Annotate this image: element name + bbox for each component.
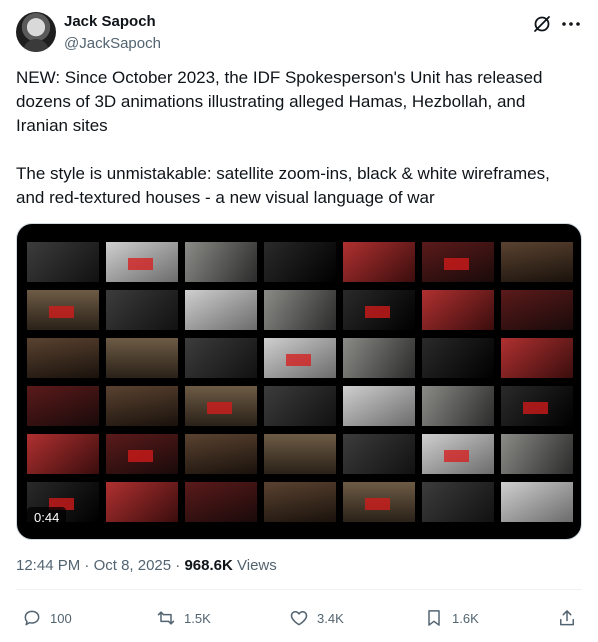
share-icon (560, 610, 574, 626)
video-thumbnail (501, 290, 573, 330)
share-button[interactable] (557, 604, 585, 632)
video-player[interactable]: 0:44 (16, 223, 582, 540)
video-thumbnail (343, 242, 415, 282)
author-avatar[interactable] (16, 12, 56, 52)
video-thumbnail (264, 386, 336, 426)
video-thumbnail (264, 434, 336, 474)
video-thumbnail (501, 434, 573, 474)
video-thumbnail (343, 338, 415, 378)
video-thumbnail (106, 434, 178, 474)
video-thumbnail (422, 242, 494, 282)
video-thumbnail (264, 338, 336, 378)
video-thumbnail (422, 338, 494, 378)
video-thumbnail (343, 482, 415, 522)
video-thumbnail (501, 242, 573, 282)
tweet-meta: 12:44 PM · Oct 8, 2025 · 968.6K Views (16, 556, 277, 576)
video-thumbnail (422, 290, 494, 330)
bookmark-icon (428, 610, 440, 626)
tweet-paragraph-2: The style is unmistakable: satellite zoo… (16, 164, 550, 207)
tweet-paragraph-1: NEW: Since October 2023, the IDF Spokesp… (16, 68, 543, 135)
reply-icon (24, 610, 40, 626)
tweet-text: NEW: Since October 2023, the IDF Spokesp… (16, 66, 582, 234)
repost-count: 1.5K (184, 610, 211, 626)
video-thumbnail (27, 386, 99, 426)
bookmark-button[interactable]: 1.6K (424, 604, 479, 632)
video-thumbnail (185, 434, 257, 474)
video-thumbnail (185, 338, 257, 378)
video-thumbnail (106, 242, 178, 282)
video-thumbnail (501, 482, 573, 522)
bookmark-count: 1.6K (452, 610, 479, 626)
video-thumbnail (106, 386, 178, 426)
video-thumbnail (27, 434, 99, 474)
grok-icon[interactable] (532, 14, 552, 34)
video-thumbnail (422, 482, 494, 522)
author-names[interactable]: Jack Sapoch @JackSapoch (64, 12, 161, 54)
tweet-header: Jack Sapoch @JackSapoch (16, 12, 582, 56)
like-button[interactable]: 3.4K (289, 604, 344, 632)
video-thumbnail (27, 242, 99, 282)
video-thumbnail (185, 242, 257, 282)
author-display-name[interactable]: Jack Sapoch (64, 12, 161, 32)
video-thumbnail (185, 290, 257, 330)
video-thumbnail (501, 338, 573, 378)
repost-button[interactable]: 1.5K (156, 604, 211, 632)
more-options-icon[interactable] (560, 14, 582, 34)
heart-icon (290, 611, 308, 626)
meta-separator: · (84, 557, 94, 574)
video-thumbnail (343, 290, 415, 330)
divider (16, 589, 582, 590)
video-thumbnail (185, 386, 257, 426)
video-thumbnail (27, 290, 99, 330)
video-thumbnail (343, 434, 415, 474)
reply-count: 100 (50, 610, 72, 626)
video-thumbnail (422, 434, 494, 474)
video-thumbnail (27, 338, 99, 378)
video-thumbnail (106, 482, 178, 522)
repost-icon (157, 611, 175, 625)
video-thumbnail (185, 482, 257, 522)
views-label: Views (237, 557, 277, 574)
views-count: 968.6K (184, 557, 233, 574)
reply-button[interactable]: 100 (22, 604, 72, 632)
video-thumbnail (501, 386, 573, 426)
video-thumbnail (106, 338, 178, 378)
author-handle[interactable]: @JackSapoch (64, 34, 161, 54)
video-thumbnail (264, 242, 336, 282)
like-count: 3.4K (317, 610, 344, 626)
video-thumbnail (264, 290, 336, 330)
video-thumbnail (343, 386, 415, 426)
video-thumbnail (422, 386, 494, 426)
tweet-time[interactable]: 12:44 PM (16, 557, 80, 574)
video-duration-badge: 0:44 (27, 507, 67, 529)
tweet-date[interactable]: Oct 8, 2025 (94, 557, 172, 574)
video-thumbnail (264, 482, 336, 522)
action-bar: 100 1.5K 3.4K 1.6K (16, 604, 582, 632)
video-thumbnail (106, 290, 178, 330)
